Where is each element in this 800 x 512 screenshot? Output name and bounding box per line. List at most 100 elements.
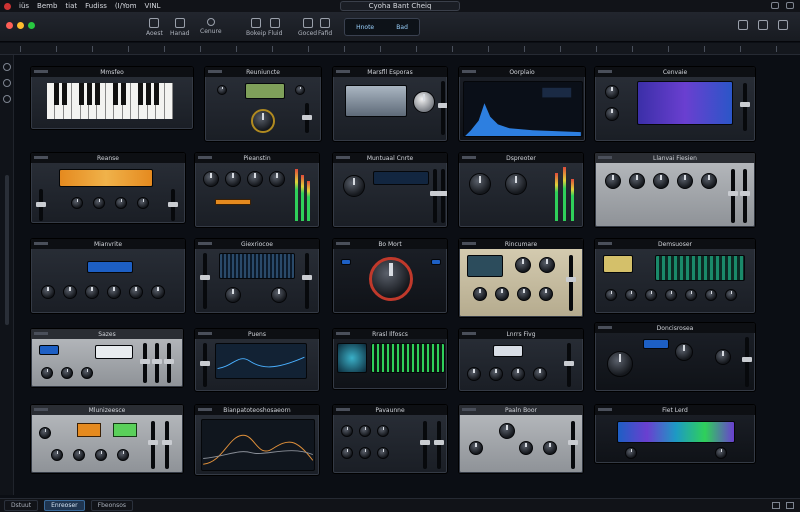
track-icon[interactable] (2, 63, 11, 71)
loop-browser-icon[interactable] (758, 20, 768, 30)
knob[interactable] (533, 367, 547, 381)
knob[interactable] (85, 285, 99, 299)
knob[interactable] (63, 285, 77, 299)
menu-item-4[interactable]: Fudiss (85, 2, 107, 10)
grid-view-icon[interactable] (786, 502, 794, 509)
plugin-window[interactable]: Fiet Lerd (594, 404, 756, 464)
fader[interactable] (36, 189, 46, 221)
fader[interactable] (566, 255, 576, 311)
fader[interactable] (740, 169, 750, 223)
knob[interactable] (115, 197, 127, 209)
fader[interactable] (148, 421, 158, 469)
plugin-window[interactable]: Paaln Boor (458, 404, 584, 474)
knob[interactable] (665, 289, 677, 301)
menu-item-3[interactable]: tiat (65, 2, 77, 10)
knob[interactable] (203, 171, 219, 187)
menu-item-2[interactable]: Bemb (37, 2, 57, 10)
plugin-window[interactable]: Rincumare (458, 238, 584, 318)
knob[interactable] (605, 289, 617, 301)
plugin-window[interactable]: Sazes (30, 328, 184, 388)
fader[interactable] (140, 343, 150, 383)
knob[interactable] (61, 367, 73, 379)
plugin-window[interactable]: Puens (194, 328, 320, 392)
fader[interactable] (568, 421, 578, 469)
knob[interactable] (247, 171, 263, 187)
fader[interactable] (564, 343, 574, 387)
info-icon[interactable] (2, 95, 11, 103)
knob[interactable] (629, 173, 645, 189)
fader[interactable] (162, 421, 172, 469)
knob[interactable] (225, 171, 241, 187)
window-icon[interactable] (771, 2, 779, 9)
knob[interactable] (625, 289, 637, 301)
plugin-window[interactable]: Demsuoser (594, 238, 756, 314)
plugin-window[interactable]: Marsfll Esporas (332, 66, 448, 142)
knob[interactable] (715, 349, 731, 365)
knob[interactable] (625, 447, 637, 459)
fader[interactable] (164, 343, 174, 383)
fader[interactable] (200, 343, 210, 387)
knob[interactable] (515, 257, 531, 273)
menu-item-6[interactable]: VINL (145, 2, 161, 10)
fader[interactable] (742, 337, 752, 387)
knob[interactable] (217, 85, 227, 95)
main-knob[interactable] (251, 109, 275, 133)
knob[interactable] (605, 107, 619, 121)
plugin-window[interactable]: Llanvai Fiesien (594, 152, 756, 228)
plugin-window[interactable]: Oorplaio (458, 66, 586, 142)
zoom-window-button[interactable] (28, 22, 35, 29)
knob[interactable] (519, 441, 533, 455)
knob[interactable] (39, 427, 51, 439)
knob[interactable] (705, 289, 717, 301)
knob[interactable] (95, 449, 107, 461)
minimize-window-button[interactable] (17, 22, 24, 29)
knob[interactable] (499, 423, 515, 439)
toolbar-button-3[interactable]: Cenure (200, 18, 222, 35)
knob[interactable] (377, 447, 389, 459)
pad-grid-display[interactable] (617, 421, 735, 443)
knob[interactable] (81, 367, 93, 379)
knob[interactable] (715, 447, 727, 459)
knob[interactable] (653, 173, 669, 189)
fader[interactable] (434, 421, 444, 469)
knob[interactable] (725, 289, 737, 301)
knob[interactable] (469, 441, 483, 455)
status-tab-3[interactable]: Fbeonsos (90, 500, 133, 511)
settings-icon[interactable] (2, 79, 11, 87)
plugin-window[interactable]: Cenvaie (594, 66, 756, 142)
plugin-window[interactable]: Pavaunne (332, 404, 448, 474)
knob[interactable] (343, 175, 365, 197)
knob[interactable] (41, 285, 55, 299)
knob[interactable] (107, 285, 121, 299)
plugin-window[interactable]: Mlunizeesce (30, 404, 184, 474)
large-knob[interactable] (369, 257, 413, 301)
fullscreen-icon[interactable] (786, 2, 794, 9)
fader[interactable] (728, 169, 738, 223)
fader[interactable] (438, 169, 447, 223)
toolbar-button-7[interactable]: Fafid (318, 18, 332, 37)
knob[interactable] (341, 425, 353, 437)
knob[interactable] (675, 343, 693, 361)
knob[interactable] (71, 197, 83, 209)
knob[interactable] (469, 173, 491, 195)
knob[interactable] (605, 173, 621, 189)
toolbar-button-2[interactable]: Hanad (170, 18, 189, 37)
knob[interactable] (467, 367, 481, 381)
knob[interactable] (359, 447, 371, 459)
knob[interactable] (685, 289, 697, 301)
plugin-window[interactable]: Doncisrosea (594, 322, 756, 392)
knob[interactable] (495, 287, 509, 301)
knob[interactable] (677, 173, 693, 189)
plugin-window[interactable]: Reuniuncte (204, 66, 322, 142)
mode-button[interactable] (215, 199, 251, 205)
transport-display[interactable]: Hnote Bad (344, 18, 420, 36)
toolbar-button-5[interactable]: Fluid (268, 18, 282, 37)
knob[interactable] (73, 449, 85, 461)
status-tab-1[interactable]: Dstuut (4, 500, 39, 511)
knob[interactable] (129, 285, 143, 299)
apple-icon[interactable] (4, 2, 11, 10)
fader[interactable] (302, 253, 312, 309)
plugin-window[interactable]: Reanse (30, 152, 186, 224)
status-tab-2[interactable]: Enreoser (44, 500, 85, 511)
fader[interactable] (740, 83, 750, 131)
